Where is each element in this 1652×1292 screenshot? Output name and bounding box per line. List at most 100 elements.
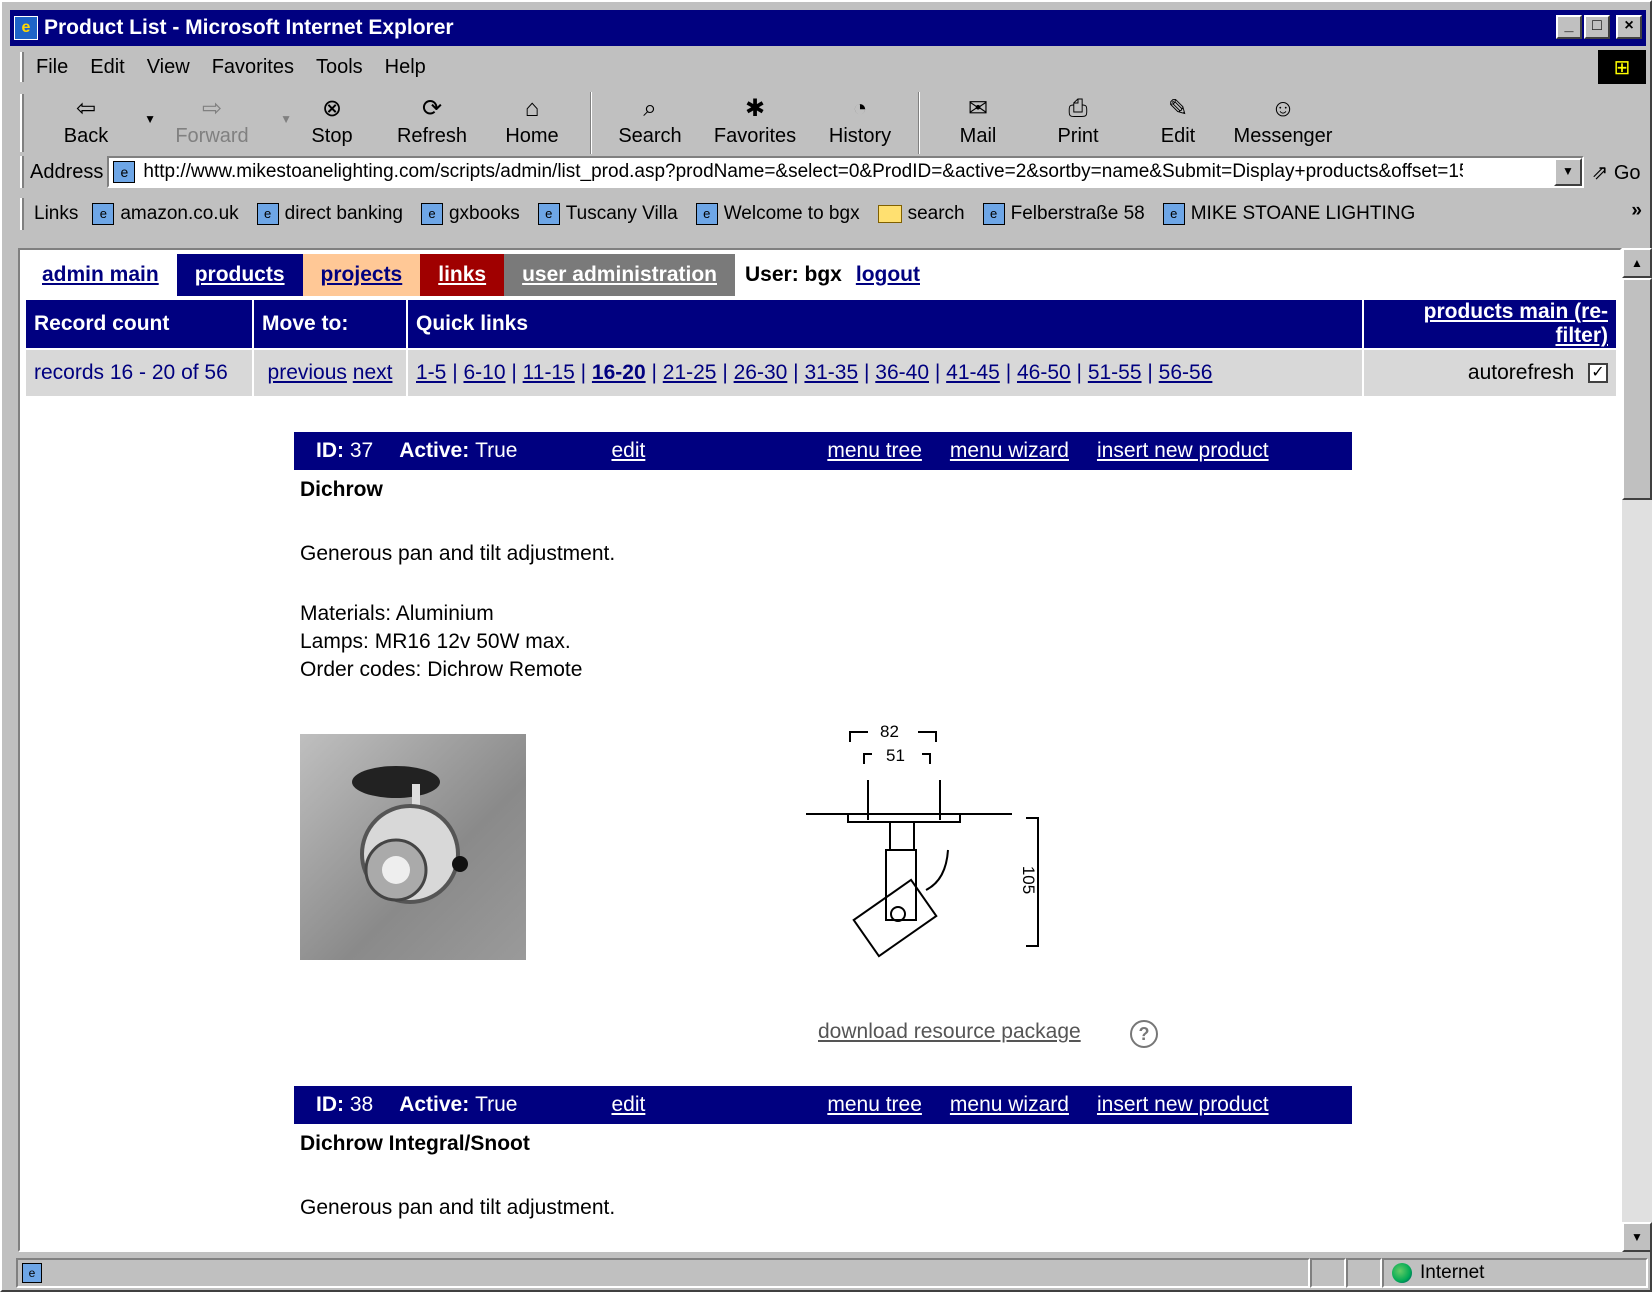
page-link[interactable]: 51-55 <box>1088 361 1142 384</box>
refresh-icon: ⟳ <box>421 95 443 122</box>
menu-tree-link[interactable]: menu tree <box>827 1093 922 1117</box>
previous-link[interactable]: previous <box>268 361 347 384</box>
link-direct-banking[interactable]: e direct banking <box>256 203 403 225</box>
download-resource-package-link[interactable]: download resource package <box>818 1020 1081 1044</box>
autorefresh-checkbox[interactable]: ✓ <box>1588 363 1608 384</box>
vertical-scrollbar[interactable]: ▲ ▼ <box>1622 248 1652 1252</box>
menu-favorites[interactable]: Favorites <box>212 56 294 79</box>
page-link[interactable]: 36-40 <box>875 361 929 384</box>
windows-logo-icon: ⊞ <box>1598 50 1646 84</box>
product-active: True <box>475 439 518 462</box>
edit-button[interactable]: ✎ Edit <box>1128 88 1228 158</box>
address-url: http://www.mikestoanelighting.com/script… <box>143 161 1464 182</box>
page-link[interactable]: 46-50 <box>1017 361 1071 384</box>
maximize-button[interactable]: □ <box>1584 15 1610 39</box>
autorefresh-label: autorefresh <box>1467 361 1575 384</box>
address-input[interactable]: e http://www.mikestoanelighting.com/scri… <box>107 156 1584 188</box>
links-more-button[interactable]: » <box>1631 200 1642 222</box>
status-text-cell: e <box>16 1258 1310 1288</box>
page-link[interactable]: 21-25 <box>663 361 717 384</box>
favorites-button[interactable]: ✱ Favorites <box>700 88 810 158</box>
record-navigation-table: Record count Move to: Quick links produc… <box>24 298 1618 398</box>
history-button[interactable]: ◔ History <box>810 88 910 158</box>
link-label: search <box>907 203 965 224</box>
page-link[interactable]: 26-30 <box>734 361 788 384</box>
scroll-down-button[interactable]: ▼ <box>1622 1222 1652 1252</box>
tab-user-administration[interactable]: user administration <box>504 254 735 296</box>
menu-edit[interactable]: Edit <box>90 56 124 79</box>
ie-logo-icon: e <box>14 16 38 40</box>
menu-tools[interactable]: Tools <box>316 56 363 79</box>
page-icon: e <box>982 203 1005 225</box>
page-link[interactable]: 31-35 <box>804 361 858 384</box>
help-icon[interactable]: ? <box>1130 1020 1158 1048</box>
menu-tree-link[interactable]: menu tree <box>827 439 922 463</box>
insert-new-product-link[interactable]: insert new product <box>1097 1093 1269 1117</box>
back-button[interactable]: ⇦ Back ▼ <box>36 88 156 158</box>
print-label: Print <box>1057 125 1099 147</box>
product-header-bar: ID: 38 Active: True edit menu tree menu … <box>294 1086 1352 1124</box>
scroll-thumb[interactable] <box>1622 278 1652 500</box>
mail-label: Mail <box>959 125 997 147</box>
tab-links[interactable]: links <box>420 254 505 296</box>
id-label: ID: <box>316 439 344 462</box>
link-search-folder[interactable]: search <box>877 203 965 225</box>
menu-wizard-link[interactable]: menu wizard <box>950 439 1069 463</box>
next-link[interactable]: next <box>353 361 393 384</box>
edit-link[interactable]: edit <box>611 1093 645 1117</box>
messenger-button[interactable]: ☺ Messenger <box>1228 88 1338 158</box>
insert-new-product-link[interactable]: insert new product <box>1097 439 1269 463</box>
tab-products[interactable]: products <box>176 254 303 296</box>
close-button[interactable]: × <box>1616 15 1642 39</box>
refresh-button[interactable]: ⟳ Refresh <box>382 88 482 158</box>
home-button[interactable]: ⌂ Home <box>482 88 582 158</box>
page-link[interactable]: 41-45 <box>946 361 1000 384</box>
user-info: User: bgx logout <box>735 254 930 296</box>
forward-button[interactable]: ⇨ Forward ▼ <box>152 88 292 158</box>
print-button[interactable]: ⎙ Print <box>1028 88 1128 158</box>
edit-link[interactable]: edit <box>611 439 645 463</box>
tab-admin-main[interactable]: admin main <box>24 254 177 296</box>
browser-window: e Product List - Microsoft Internet Expl… <box>0 0 1652 1292</box>
address-dropdown-button[interactable]: ▼ <box>1554 158 1582 186</box>
link-amazon[interactable]: e amazon.co.uk <box>92 203 239 225</box>
standard-toolbar: ⇦ Back ▼ ⇨ Forward ▼ ⊗ Stop ⟳ Refresh ⌂ Home ⌕ S… <box>16 88 1648 158</box>
page-icon: e <box>420 203 443 225</box>
menu-wizard-link[interactable]: menu wizard <box>950 1093 1069 1117</box>
mail-button[interactable]: ✉ Mail <box>928 88 1028 158</box>
product-header-bar: ID: 37 Active: True edit menu tree menu … <box>294 432 1352 470</box>
globe-icon <box>1392 1263 1412 1283</box>
tab-projects[interactable]: projects <box>302 254 421 296</box>
page-link[interactable]: 1-5 <box>416 361 446 384</box>
menu-view[interactable]: View <box>147 56 190 79</box>
product-photo <box>300 734 526 960</box>
products-main-link[interactable]: products main (re-filter) <box>1424 300 1608 347</box>
page-link-current[interactable]: 16-20 <box>592 361 646 384</box>
search-button[interactable]: ⌕ Search <box>600 88 700 158</box>
page-icon: e <box>113 161 136 183</box>
scroll-up-button[interactable]: ▲ <box>1622 248 1652 278</box>
stop-button[interactable]: ⊗ Stop <box>282 88 382 158</box>
go-button[interactable]: ⇗ Go <box>1584 160 1648 185</box>
zone-cell: Internet <box>1382 1258 1648 1288</box>
page-link[interactable]: 11-15 <box>523 361 575 384</box>
link-tuscany-villa[interactable]: e Tuscany Villa <box>537 203 678 225</box>
link-felberstrasse[interactable]: e Felberstraße 58 <box>982 203 1145 225</box>
link-mike-stoane[interactable]: e MIKE STOANE LIGHTING <box>1162 203 1415 225</box>
logout-link[interactable]: logout <box>856 263 920 287</box>
link-welcome-to-bgx[interactable]: e Welcome to bgx <box>695 203 860 225</box>
link-gxbooks[interactable]: e gxbooks <box>420 203 520 225</box>
product-description: Generous pan and tilt adjustment. <box>300 1196 616 1219</box>
title-bar: e Product List - Microsoft Internet Expl… <box>10 10 1646 46</box>
header-record-count: Record count <box>26 300 252 348</box>
page-link[interactable]: 56-56 <box>1159 361 1213 384</box>
minimize-button[interactable]: _ <box>1556 15 1582 39</box>
edit-label: Edit <box>1160 125 1196 147</box>
forward-arrow-icon: ⇨ <box>201 95 223 122</box>
page-link[interactable]: 6-10 <box>463 361 505 384</box>
menu-bar: File Edit View Favorites Tools Help ⊞ <box>16 48 1648 86</box>
menu-help[interactable]: Help <box>385 56 426 79</box>
menu-file[interactable]: File <box>36 56 68 79</box>
link-label: gxbooks <box>448 203 520 224</box>
toolbar-grip <box>20 94 24 152</box>
